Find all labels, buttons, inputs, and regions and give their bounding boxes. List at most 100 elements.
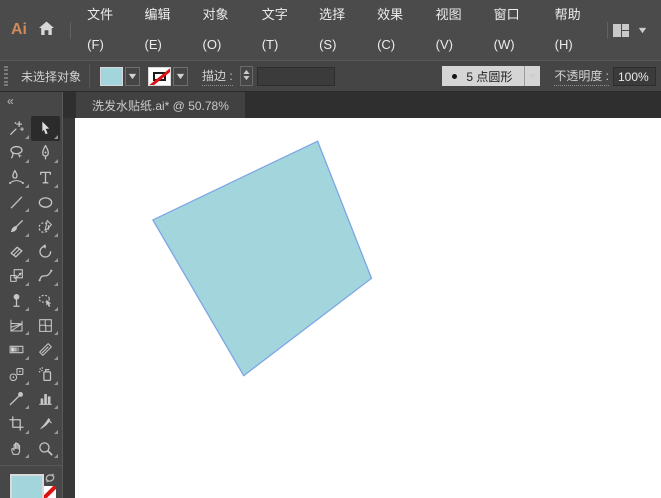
- fill-color-swatch[interactable]: [100, 66, 124, 86]
- eyedropper-icon: [9, 392, 23, 406]
- scale-icon: [10, 269, 23, 283]
- selection-status: 未选择对象: [21, 69, 82, 84]
- tool-blend[interactable]: [2, 362, 31, 387]
- tool-selection[interactable]: [31, 116, 60, 141]
- stroke-weight-input[interactable]: [256, 66, 335, 86]
- workspace-switcher[interactable]: ▼: [613, 23, 649, 37]
- tool-perspective-selection[interactable]: [31, 288, 60, 313]
- menu-item-9[interactable]: 帮助(H): [544, 0, 603, 60]
- column-graph-icon: [39, 394, 52, 406]
- perspective-selection-icon: [38, 294, 52, 307]
- menu-item-8[interactable]: 窗口(W): [483, 0, 544, 60]
- menu-item-2[interactable]: 编辑(E): [134, 0, 192, 60]
- opacity-input[interactable]: 100%: [613, 66, 656, 86]
- measure-icon: [39, 343, 52, 357]
- ai-logo: Ai: [11, 21, 27, 38]
- tool-perspective-grid[interactable]: [2, 313, 31, 338]
- tool-width[interactable]: [31, 264, 60, 289]
- tool-line-segment[interactable]: [2, 190, 31, 215]
- workspace-icon: [613, 23, 630, 37]
- tool-symbol-sprayer[interactable]: [31, 362, 60, 387]
- canvas[interactable]: [75, 118, 661, 498]
- brush-preset-dropdown[interactable]: 5 点圆形 ▼: [442, 66, 541, 86]
- paintbrush-icon: [10, 220, 23, 233]
- tool-eyedropper[interactable]: [2, 387, 31, 412]
- tool-shaper[interactable]: [31, 214, 60, 239]
- tool-zoom[interactable]: [31, 436, 60, 461]
- tool-curvature[interactable]: [2, 165, 31, 190]
- menu-items: 文件(F) 编辑(E) 对象(O) 文字(T) 选择(S) 效果(C) 视图(V) 窗口(W)…: [76, 0, 602, 60]
- symbol-sprayer-icon: [38, 367, 52, 381]
- hand-icon: [11, 441, 21, 455]
- tool-measure[interactable]: [31, 337, 60, 362]
- tool-scale[interactable]: [2, 264, 31, 289]
- chevron-down-icon: ▼: [526, 71, 540, 81]
- menu-item-3[interactable]: 对象(O): [192, 0, 251, 60]
- tool-pen[interactable]: [31, 141, 60, 166]
- tool-ellipse[interactable]: [31, 190, 60, 215]
- menu-item-1[interactable]: 文件(F): [76, 0, 133, 60]
- tool-puppet-warp[interactable]: [2, 288, 31, 313]
- illustrator-window: Ai 文件(F) 编辑(E) 对象(O) 文字(T) 选择(S) 效果(C) 视图(V) 窗口…: [0, 0, 661, 498]
- perspective-grid-icon: [10, 319, 23, 332]
- artboard[interactable]: [75, 118, 661, 498]
- menubar-separator-right: [607, 21, 609, 39]
- fill-indicator[interactable]: [10, 474, 44, 498]
- document-area: 洗发水贴纸.ai* @ 50.78%: [63, 92, 661, 498]
- stroke-color-dropdown[interactable]: ▼: [173, 66, 189, 86]
- tool-hand[interactable]: [2, 436, 31, 461]
- controlbar-grip[interactable]: [4, 66, 8, 86]
- swap-fill-stroke-button[interactable]: [43, 471, 57, 485]
- collapse-panel-button[interactable]: «: [0, 92, 14, 107]
- home-icon: [38, 21, 55, 39]
- stroke-weight-stepper[interactable]: ▲ ▼: [239, 66, 253, 86]
- brush-preset-text: 5 点圆形: [466, 69, 513, 84]
- stepper-down-icon: ▼: [240, 75, 252, 82]
- menu-item-4[interactable]: 文字(T): [251, 0, 308, 60]
- line-segment-icon: [10, 196, 23, 209]
- shaper-icon: [38, 220, 52, 234]
- home-button[interactable]: [36, 21, 57, 39]
- tool-gradient[interactable]: [2, 337, 31, 362]
- fill-color-dropdown[interactable]: ▼: [125, 66, 141, 86]
- tool-mesh[interactable]: [31, 313, 60, 338]
- tool-rotate[interactable]: [31, 239, 60, 264]
- gradient-icon: [9, 345, 24, 354]
- tool-paintbrush[interactable]: [2, 214, 31, 239]
- menu-item-5[interactable]: 选择(S): [308, 0, 366, 60]
- puppet-warp-icon: [13, 293, 20, 307]
- chevron-down-icon: ▼: [126, 71, 139, 81]
- tool-column-graph[interactable]: [31, 387, 60, 412]
- opacity-label[interactable]: 不透明度 :: [554, 67, 609, 86]
- brush-preset-chevron[interactable]: ▼: [524, 66, 541, 86]
- controlbar-separator: [89, 64, 91, 88]
- document-tab[interactable]: 洗发水贴纸.ai* @ 50.78%: [76, 92, 245, 118]
- fill-color-widget: ▼: [100, 66, 141, 86]
- menu-item-6[interactable]: 效果(C): [366, 0, 425, 60]
- tool-eraser[interactable]: [2, 239, 31, 264]
- menu-item-7[interactable]: 视图(V): [425, 0, 483, 60]
- tool-slice[interactable]: [31, 411, 60, 436]
- artwork-shape[interactable]: [151, 140, 373, 377]
- tool-lasso[interactable]: [2, 141, 31, 166]
- tools-grid: [2, 116, 60, 460]
- tool-magic-wand[interactable]: [2, 116, 31, 141]
- width-icon: [38, 270, 53, 282]
- lasso-icon: [10, 146, 23, 159]
- tool-type[interactable]: [31, 165, 60, 190]
- menubar-separator: [70, 21, 72, 39]
- type-icon: [40, 171, 51, 184]
- stroke-color-swatch[interactable]: [148, 66, 172, 86]
- rotate-icon: [39, 243, 52, 258]
- brush-preset-value: 5 点圆形: [442, 66, 525, 86]
- eraser-icon: [10, 246, 23, 258]
- magic-wand-icon: [10, 121, 25, 135]
- tool-artboard[interactable]: [2, 411, 31, 436]
- fill-stroke-indicator: [0, 465, 62, 498]
- chevron-down-icon: ▼: [636, 25, 649, 35]
- control-bar: 未选择对象 ▼ ▼ 描边 : ▲ ▼ 5 点圆形 ▼ 不透明度 : 100%: [0, 60, 661, 92]
- chevron-down-icon: ▼: [174, 71, 187, 81]
- stroke-weight-label[interactable]: 描边 :: [202, 67, 233, 86]
- curvature-icon: [9, 169, 24, 185]
- document-tab-bar: 洗发水贴纸.ai* @ 50.78%: [63, 92, 661, 118]
